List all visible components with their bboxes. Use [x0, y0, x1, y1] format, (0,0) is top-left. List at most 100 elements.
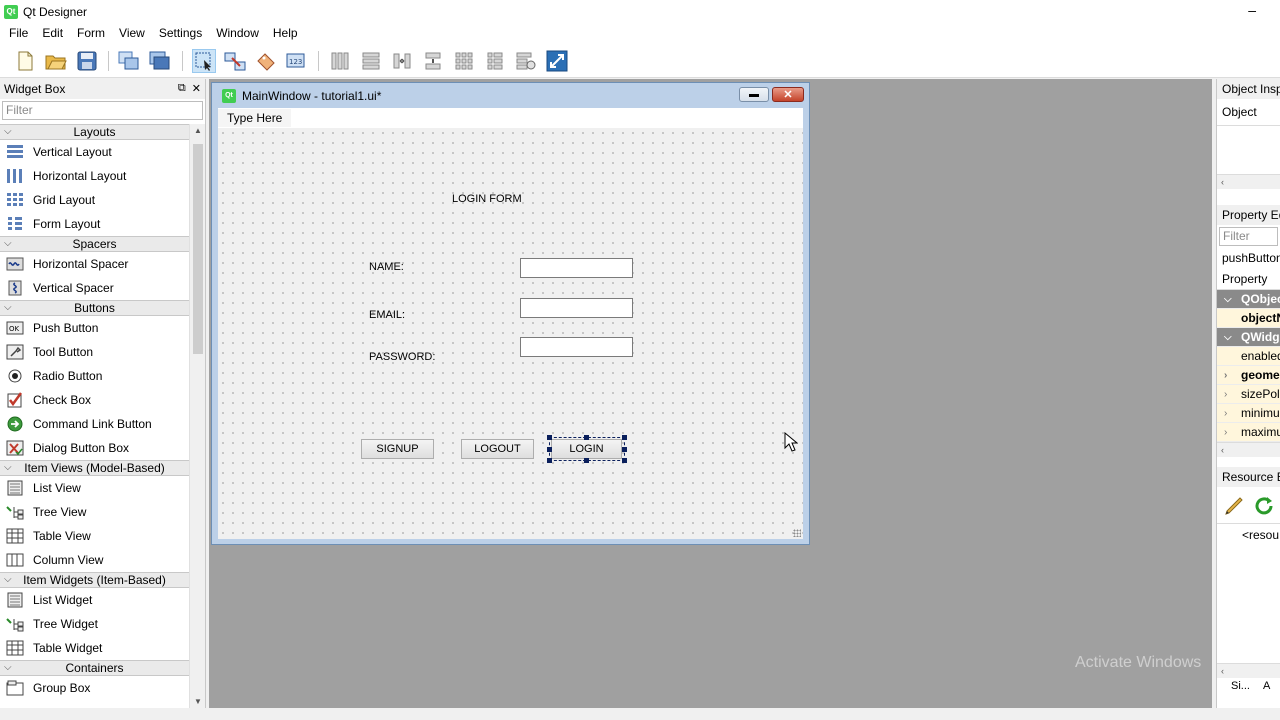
cascade-windows-icon[interactable] [117, 49, 141, 73]
minimize-window-button[interactable]: – [1248, 2, 1256, 18]
property-row[interactable]: › minimu [1217, 404, 1280, 423]
break-layout-icon[interactable] [514, 49, 538, 73]
form-window-titlebar[interactable]: Qt MainWindow - tutorial1.ui* ▬ ✕ [212, 83, 809, 108]
property-column-header[interactable]: Property [1217, 268, 1280, 290]
float-panel-icon[interactable]: ⧉ [178, 82, 186, 95]
widget-item[interactable]: Command Link Button [0, 412, 189, 436]
scroll-down-icon[interactable]: ▼ [194, 697, 202, 706]
signup-button[interactable]: SIGNUP [361, 439, 434, 459]
splitter-vertical-icon[interactable] [421, 49, 445, 73]
email-input[interactable] [520, 298, 633, 318]
resize-handle[interactable] [622, 458, 627, 463]
edit-signals-slots-icon[interactable] [223, 49, 247, 73]
object-column-header[interactable]: Object [1217, 99, 1280, 126]
widget-box-scrollbar[interactable]: ▲ ▼ [189, 124, 205, 708]
edit-widgets-icon[interactable] [192, 49, 216, 73]
widget-item[interactable]: Dialog Button Box [0, 436, 189, 460]
property-group-row[interactable]: ⌵ QObjec [1217, 290, 1280, 309]
property-filter-input[interactable]: Filter [1219, 227, 1278, 246]
size-grip-icon[interactable] [793, 529, 801, 537]
new-file-icon[interactable] [13, 49, 37, 73]
widget-item[interactable]: Tool Button [0, 340, 189, 364]
splitter-horizontal-icon[interactable] [390, 49, 414, 73]
widget-item[interactable]: Group Box [0, 676, 189, 700]
menu-form[interactable]: Form [70, 23, 112, 44]
property-row[interactable]: objectN [1217, 309, 1280, 328]
resource-tree[interactable]: <resou [1217, 523, 1280, 663]
resize-handle[interactable] [547, 435, 552, 440]
property-row[interactable]: › maximu [1217, 423, 1280, 442]
category-buttons[interactable]: ⌵ Buttons [0, 300, 189, 316]
type-here-menu[interactable]: Type Here [218, 109, 292, 127]
widget-item[interactable]: Tree View [0, 500, 189, 524]
widget-item[interactable]: Column View [0, 548, 189, 572]
lay-out-horizontally-icon[interactable] [328, 49, 352, 73]
widget-item[interactable]: Table Widget [0, 636, 189, 660]
edit-tab-order-icon[interactable]: 123 [285, 49, 309, 73]
close-form-button[interactable]: ✕ [772, 87, 804, 102]
widget-item[interactable]: Radio Button [0, 364, 189, 388]
resource-hscroll[interactable]: ‹ [1217, 663, 1280, 678]
minimize-form-button[interactable]: ▬ [739, 87, 769, 102]
object-tree[interactable] [1217, 126, 1280, 174]
form-canvas[interactable]: Type Here LOGIN FORM NAME: EMAIL: PASSWO… [218, 108, 803, 539]
menu-file[interactable]: File [2, 23, 35, 44]
widget-item[interactable]: Vertical Layout [0, 140, 189, 164]
widget-item[interactable]: Horizontal Layout [0, 164, 189, 188]
category-item-widgets[interactable]: ⌵ Item Widgets (Item-Based) [0, 572, 189, 588]
menu-help[interactable]: Help [266, 23, 305, 44]
widget-filter-input[interactable]: Filter [2, 101, 203, 120]
tab-signal-slot-editor[interactable]: Si... [1217, 678, 1261, 694]
resize-handle[interactable] [547, 447, 552, 452]
scroll-up-icon[interactable]: ▲ [194, 126, 202, 135]
widget-item[interactable]: Grid Layout [0, 188, 189, 212]
property-editor-hscroll[interactable]: ‹ [1217, 442, 1280, 457]
lay-out-vertically-icon[interactable] [359, 49, 383, 73]
resource-root-item[interactable]: <resou [1242, 528, 1279, 542]
resize-handle[interactable] [622, 435, 627, 440]
object-inspector-hscroll[interactable]: ‹ [1217, 174, 1280, 189]
save-icon[interactable] [75, 49, 99, 73]
menu-window[interactable]: Window [209, 23, 266, 44]
widget-item[interactable]: Form Layout [0, 212, 189, 236]
resize-handle[interactable] [584, 458, 589, 463]
edit-buddies-icon[interactable] [254, 49, 278, 73]
widget-item[interactable]: OK Push Button [0, 316, 189, 340]
widget-item[interactable]: Tree Widget [0, 612, 189, 636]
widget-item[interactable]: Check Box [0, 388, 189, 412]
close-panel-icon[interactable]: ✕ [192, 82, 201, 95]
resize-handle[interactable] [622, 447, 627, 452]
open-folder-icon[interactable] [44, 49, 68, 73]
logout-button[interactable]: LOGOUT [461, 439, 534, 459]
widget-item[interactable]: List View [0, 476, 189, 500]
name-input[interactable] [520, 258, 633, 278]
widget-item[interactable]: Table View [0, 524, 189, 548]
widget-item[interactable]: Horizontal Spacer [0, 252, 189, 276]
password-input[interactable] [520, 337, 633, 357]
resize-handle[interactable] [584, 435, 589, 440]
edit-resources-icon[interactable] [1223, 495, 1245, 520]
category-layouts[interactable]: ⌵ Layouts [0, 124, 189, 140]
widget-item[interactable]: List Widget [0, 588, 189, 612]
category-item-views[interactable]: ⌵ Item Views (Model-Based) [0, 460, 189, 476]
menu-settings[interactable]: Settings [152, 23, 209, 44]
form-layout-tool-icon[interactable] [483, 49, 507, 73]
tab-action-editor[interactable]: A [1261, 678, 1270, 694]
tile-windows-icon[interactable] [148, 49, 172, 73]
property-group-row[interactable]: ⌵ QWidg [1217, 328, 1280, 347]
widget-item[interactable]: Vertical Spacer [0, 276, 189, 300]
reload-icon[interactable] [1253, 495, 1275, 520]
name-label[interactable]: NAME: [369, 261, 404, 273]
property-row[interactable]: › geome [1217, 366, 1280, 385]
scroll-thumb[interactable] [193, 144, 203, 354]
login-form-heading[interactable]: LOGIN FORM [452, 193, 522, 205]
category-spacers[interactable]: ⌵ Spacers [0, 236, 189, 252]
property-row[interactable]: › sizePoli [1217, 385, 1280, 404]
email-label[interactable]: EMAIL: [369, 309, 405, 321]
grid-layout-tool-icon[interactable] [452, 49, 476, 73]
category-containers[interactable]: ⌵ Containers [0, 660, 189, 676]
menu-edit[interactable]: Edit [35, 23, 70, 44]
resize-handle[interactable] [547, 458, 552, 463]
menu-view[interactable]: View [112, 23, 152, 44]
password-label[interactable]: PASSWORD: [369, 351, 435, 363]
